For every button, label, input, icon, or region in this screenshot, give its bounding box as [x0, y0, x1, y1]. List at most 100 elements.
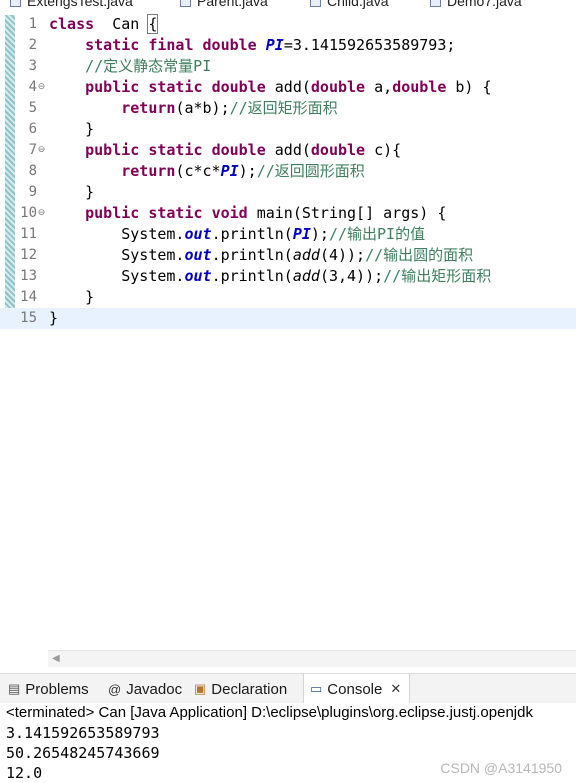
tab-label: Javadoc	[126, 680, 183, 698]
code-text: }	[49, 182, 94, 203]
code-token: (a*b);	[175, 99, 230, 117]
code-token: (3,4));	[319, 267, 384, 285]
tab-console[interactable]: ▭ Console ✕	[303, 674, 411, 704]
code-token: public	[85, 204, 140, 222]
code-token: {	[147, 14, 159, 34]
console-output: 3.141592653589793 50.26548245743669 12.0	[6, 723, 160, 783]
code-token: PI	[265, 36, 284, 54]
code-token: //返回圆形面积	[256, 162, 365, 180]
code-line[interactable]: 6 }	[0, 119, 576, 140]
code-token: return	[121, 162, 176, 180]
code-token: //定义静态常量PI	[85, 57, 212, 75]
code-text: public static double add(double c){	[49, 140, 401, 161]
output-line: 12.0	[6, 764, 43, 782]
code-text: System.out.println(add(4));//输出圆的面积	[49, 245, 473, 266]
code-text: }	[49, 119, 94, 140]
output-line: 3.141592653589793	[6, 724, 160, 742]
code-token: );	[310, 225, 329, 243]
editor-tab-label: Child.java	[327, 0, 389, 9]
code-token: add(	[265, 78, 311, 96]
code-line[interactable]: 10 ⊖ public static void main(String[] arg…	[0, 203, 576, 224]
code-text: }	[49, 308, 58, 329]
line-number: 5	[28, 100, 37, 116]
code-token: static	[85, 36, 140, 54]
code-line[interactable]: 7 ⊖ public static double add(double c){	[0, 140, 576, 161]
code-lines: 1 class Can {2 static final double PI=3.1…	[0, 14, 576, 329]
code-text: }	[49, 287, 94, 308]
console-view[interactable]: <terminated> Can [Java Application] D:\e…	[0, 703, 576, 782]
code-token: static	[148, 204, 203, 222]
code-text: public static double add(double a,double…	[49, 77, 491, 98]
java-file-icon	[310, 0, 321, 7]
code-line[interactable]: 8 return(c*c*PI);//返回圆形面积	[0, 161, 576, 182]
line-number: 10	[20, 205, 37, 221]
code-token: (c*c*	[175, 162, 221, 180]
line-number: 9	[28, 184, 37, 200]
code-line[interactable]: 14 }	[0, 287, 576, 308]
code-line[interactable]: 9 }	[0, 182, 576, 203]
scroll-left-icon[interactable]: ◀	[52, 653, 60, 664]
code-token: double	[310, 78, 366, 96]
code-token: static	[148, 78, 203, 96]
fold-collapse-icon[interactable]: ⊖	[37, 208, 46, 217]
code-line[interactable]: 3 //定义静态常量PI	[0, 56, 576, 77]
code-editor[interactable]: 1 class Can {2 static final double PI=3.1…	[0, 10, 576, 670]
code-token: System.	[49, 267, 185, 285]
code-line[interactable]: 13 System.out.println(add(3,4));//输出矩形面积	[0, 266, 576, 287]
problems-icon: ▤	[8, 681, 21, 696]
code-token: double	[392, 78, 447, 96]
fold-collapse-icon[interactable]: ⊖	[37, 145, 46, 154]
code-token: out	[184, 246, 212, 264]
editor-tab-parent[interactable]: Parent.java	[180, 0, 268, 10]
tab-problems[interactable]: ▤ Problems	[8, 674, 89, 704]
view-tab-bar: ▤ Problems @ Javadoc ▣ Declaration ▭ Con…	[0, 673, 576, 704]
code-token: .println(	[211, 246, 293, 264]
editor-tab-label: Parent.java	[197, 0, 268, 9]
code-line[interactable]: 5 return(a*b);//返回矩形面积	[0, 98, 576, 119]
code-token: //输出PI的值	[328, 225, 426, 243]
watermark: CSDN @A3141950	[440, 760, 562, 776]
line-number: 11	[20, 226, 37, 242]
code-text: static final double PI=3.141592653589793…	[49, 35, 455, 56]
line-number: 2	[28, 37, 37, 53]
code-token: //输出圆的面积	[365, 246, 474, 264]
code-token: main(String[] args) {	[247, 204, 447, 222]
code-token: //返回矩形面积	[229, 99, 338, 117]
code-line[interactable]: 4 ⊖ public static double add(double a,dou…	[0, 77, 576, 98]
tab-declaration[interactable]: ▣ Declaration	[194, 674, 287, 704]
fold-collapse-icon[interactable]: ⊖	[37, 82, 46, 91]
code-line[interactable]: 12 System.out.println(add(4));//输出圆的面积	[0, 245, 576, 266]
horizontal-scrollbar[interactable]: ◀	[48, 650, 576, 667]
code-line[interactable]: 2 static final double PI=3.1415926535897…	[0, 35, 576, 56]
code-line[interactable]: 11 System.out.println(PI);//输出PI的值	[0, 224, 576, 245]
code-token: double	[310, 141, 366, 159]
code-line[interactable]: 15}	[0, 308, 576, 329]
code-text: //定义静态常量PI	[49, 56, 211, 77]
code-token: .println(	[211, 267, 293, 285]
code-text: System.out.println(add(3,4));//输出矩形面积	[49, 266, 491, 287]
tab-javadoc[interactable]: @ Javadoc	[108, 674, 182, 704]
close-icon[interactable]: ✕	[390, 681, 401, 697]
java-file-icon	[10, 0, 21, 7]
code-line[interactable]: 1 class Can {	[0, 14, 576, 35]
line-number: 3	[28, 58, 37, 74]
declaration-icon: ▣	[194, 681, 207, 696]
editor-tab-demo7[interactable]: Demo7.java	[430, 0, 522, 10]
editor-tab-extengstest[interactable]: ExtengsTest.java	[10, 0, 133, 10]
editor-tab-child[interactable]: Child.java	[310, 0, 388, 10]
code-text: return(c*c*PI);//返回圆形面积	[49, 161, 365, 182]
code-token: add	[292, 246, 320, 264]
tab-label: Problems	[25, 680, 89, 698]
code-token: c){	[365, 141, 402, 159]
code-token: PI	[220, 162, 239, 180]
